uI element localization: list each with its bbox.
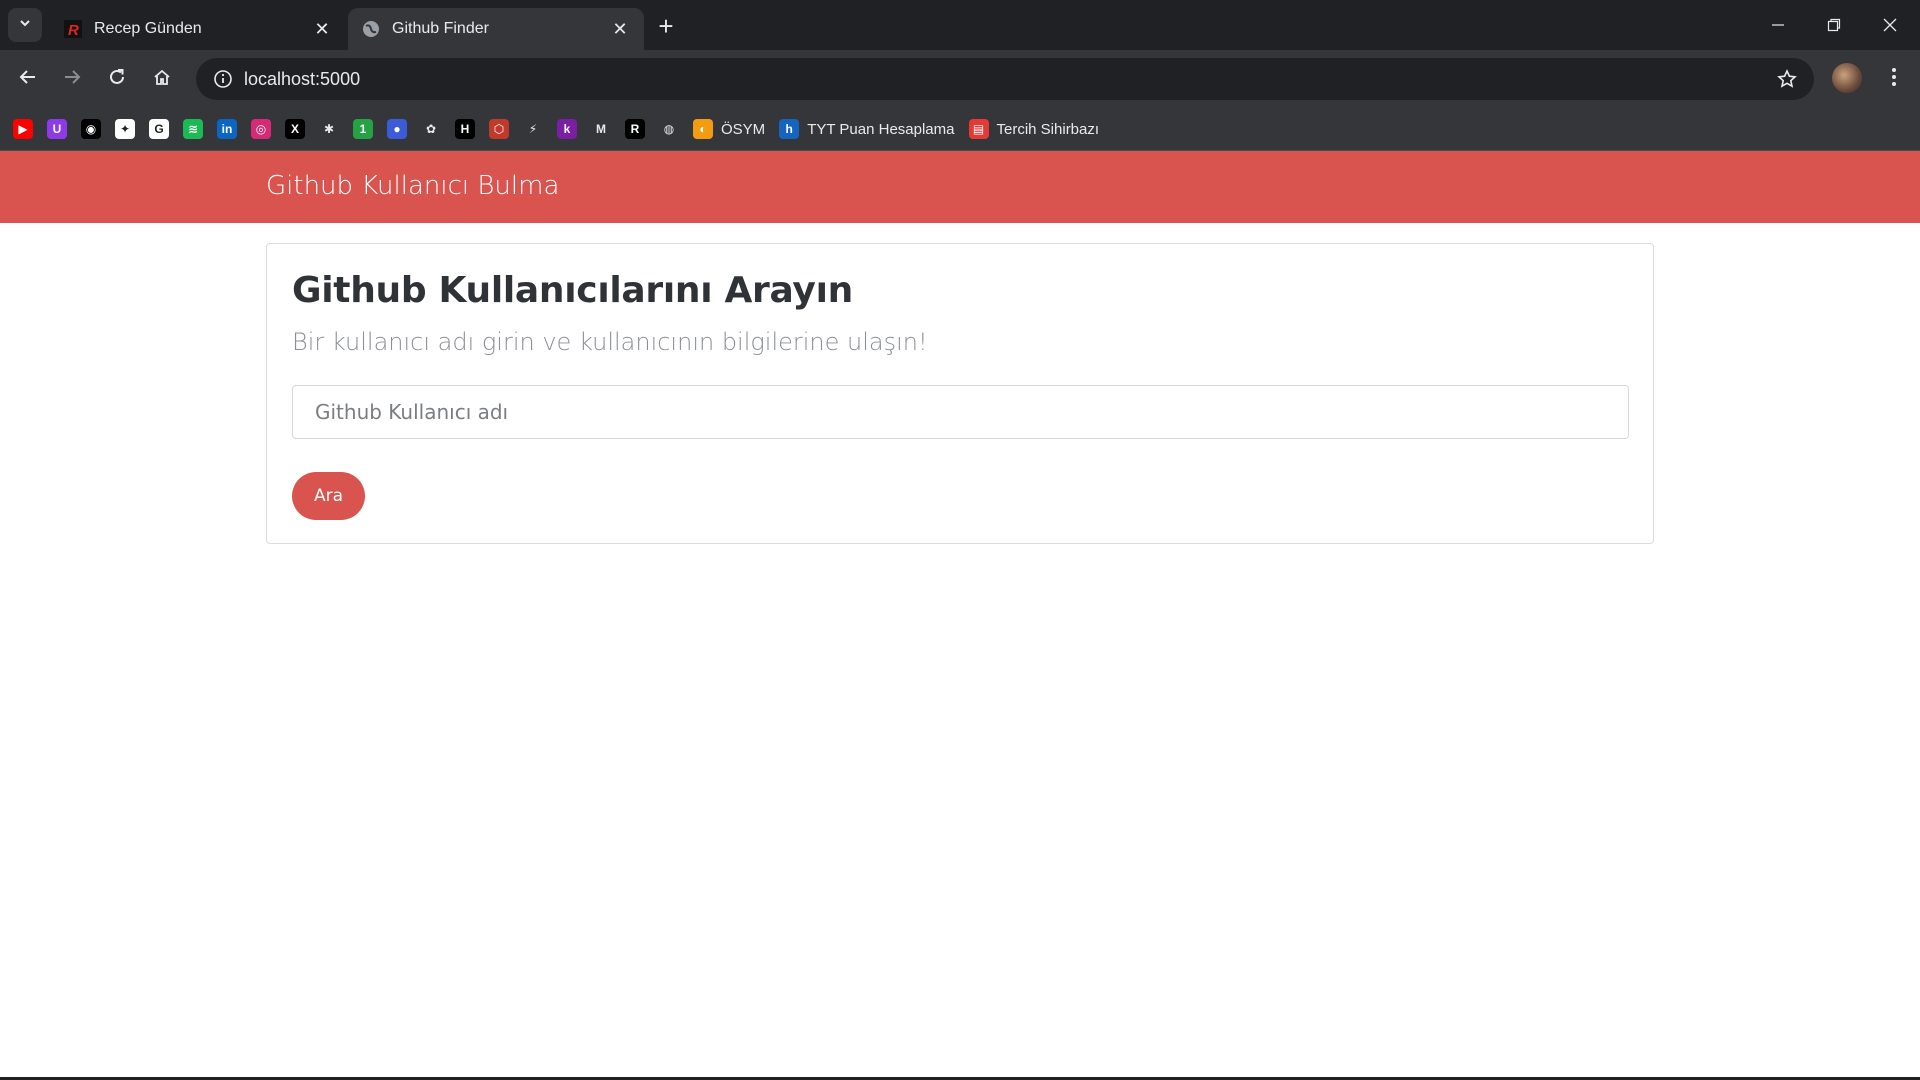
bookmark-google[interactable]: G [149, 114, 169, 144]
bookmark-spotify[interactable]: ≋ [183, 114, 203, 144]
arrow-right-icon [63, 68, 81, 91]
bookmark-instagram[interactable]: ◎ [251, 114, 271, 144]
more-vertical-icon [1891, 67, 1897, 92]
bookmark-github[interactable]: ◉ [81, 114, 101, 144]
bookmark-hackernews[interactable]: H [455, 114, 475, 144]
r-logo-icon: R [625, 119, 645, 139]
hackernews-icon: H [455, 119, 475, 139]
reload-icon [108, 68, 126, 91]
page-title: Github Kullanıcılarını Arayın [292, 270, 853, 311]
google-icon: G [149, 119, 169, 139]
bookmark-r-logo[interactable]: R [625, 114, 645, 144]
u-icon: U [47, 119, 67, 139]
r-logo-icon: R [64, 20, 82, 38]
youtube-icon: ▶ [13, 119, 33, 139]
bookmark-k[interactable]: k [557, 114, 577, 144]
reload-button[interactable] [101, 63, 133, 95]
tab-github-finder[interactable]: Github Finder ✕ [348, 8, 644, 50]
minimize-button[interactable] [1750, 0, 1806, 50]
lightning-icon: ⚡ [523, 119, 543, 139]
bookmark-photos[interactable]: ✿ [421, 114, 441, 144]
bookmark-h[interactable]: h TYT Puan Hesaplama [779, 114, 955, 144]
tab-search-button[interactable] [8, 8, 42, 42]
close-window-button[interactable] [1862, 0, 1918, 50]
profile-avatar[interactable] [1832, 63, 1862, 93]
bookmark-u[interactable]: U [47, 114, 67, 144]
bookmark-label: TYT Puan Hesaplama [807, 120, 955, 138]
url-text: localhost:5000 [244, 68, 361, 89]
home-button[interactable] [146, 63, 178, 95]
bookmark-osym[interactable]: ◐ ÖSYM [693, 114, 765, 144]
github-icon: ◉ [81, 119, 101, 139]
bookmark-one[interactable]: 1 [353, 114, 373, 144]
close-icon[interactable]: ✕ [312, 19, 332, 39]
tab-title: Recep Günden [94, 20, 202, 37]
arrow-left-icon [19, 68, 37, 91]
new-tab-button[interactable]: + [652, 11, 680, 41]
bookmark-label: Tercih Sihirbazı [996, 120, 1100, 138]
h-icon: h [779, 119, 800, 139]
restore-button[interactable] [1806, 0, 1862, 50]
bookmarks-bar: ▶ U ◉ ✦ G ≋ in ◎ X ✱ 1 ● ✿ H ⬡ ⚡ k M R ◍ ◐ ÖSYM h TYT Puan Hesa… [0, 108, 1920, 151]
app-navbar: Github Kullanıcı Bulma [0, 151, 1920, 223]
photos-icon: ✿ [421, 119, 441, 139]
hex-icon: ⬡ [489, 119, 509, 139]
globe-icon [362, 20, 380, 38]
bookmark-linkedin[interactable]: in [217, 114, 237, 144]
page-subtitle: Bir kullanıcı adı girin ve kullanıcının … [292, 328, 928, 356]
tab-strip: R Recep Günden ✕ Github Finder ✕ + [0, 0, 1920, 50]
page-content: Github Kullanıcı Bulma Github Kullanıcıl… [0, 151, 1920, 1077]
bookmark-tercih[interactable]: ▤ Tercih Sihirbazı [968, 114, 1100, 144]
back-button[interactable] [12, 63, 44, 95]
chevron-down-icon [18, 16, 32, 35]
menu-button[interactable] [1878, 63, 1910, 95]
bookmark-globe[interactable]: ◍ [659, 114, 679, 144]
tercih-icon: ▤ [968, 119, 989, 139]
one-icon: 1 [353, 119, 373, 139]
browser-toolbar: localhost:5000 [0, 50, 1920, 108]
osym-icon: ◐ [693, 119, 713, 139]
x-icon: X [285, 119, 305, 139]
tab-title: Github Finder [392, 20, 489, 37]
navbar-brand[interactable]: Github Kullanıcı Bulma [266, 171, 559, 201]
info-icon[interactable] [202, 58, 244, 100]
search-button[interactable]: Ara [292, 472, 365, 520]
bookmark-lightning[interactable]: ⚡ [523, 114, 543, 144]
search-card: Github Kullanıcılarını Arayın Bir kullan… [266, 243, 1654, 544]
username-search-input[interactable] [292, 385, 1629, 439]
slack-icon: ✱ [319, 119, 339, 139]
home-icon [153, 68, 171, 91]
bookmark-youtube[interactable]: ▶ [13, 114, 33, 144]
close-icon[interactable]: ✕ [610, 19, 630, 39]
gmail-icon: M [591, 119, 611, 139]
svg-text:R: R [68, 22, 79, 38]
globe-icon: ◍ [659, 119, 679, 139]
star-icon[interactable] [1766, 58, 1808, 100]
forward-button[interactable] [56, 63, 88, 95]
bookmark-hex[interactable]: ⬡ [489, 114, 509, 144]
bookmark-mega[interactable]: ● [387, 114, 407, 144]
bookmark-gmail[interactable]: M [591, 114, 611, 144]
bookmark-slack[interactable]: ✱ [319, 114, 339, 144]
bookmark-x[interactable]: X [285, 114, 305, 144]
address-bar[interactable]: localhost:5000 [196, 58, 1814, 100]
bookmark-chatgpt[interactable]: ✦ [115, 114, 135, 144]
k-icon: k [557, 119, 577, 139]
mega-icon: ● [387, 119, 407, 139]
spotify-icon: ≋ [183, 119, 203, 139]
linkedin-icon: in [217, 119, 237, 139]
instagram-icon: ◎ [251, 119, 271, 139]
chatgpt-icon: ✦ [115, 119, 135, 139]
bookmark-label: ÖSYM [721, 120, 766, 138]
tab-recep-gunden[interactable]: R Recep Günden ✕ [50, 8, 346, 50]
